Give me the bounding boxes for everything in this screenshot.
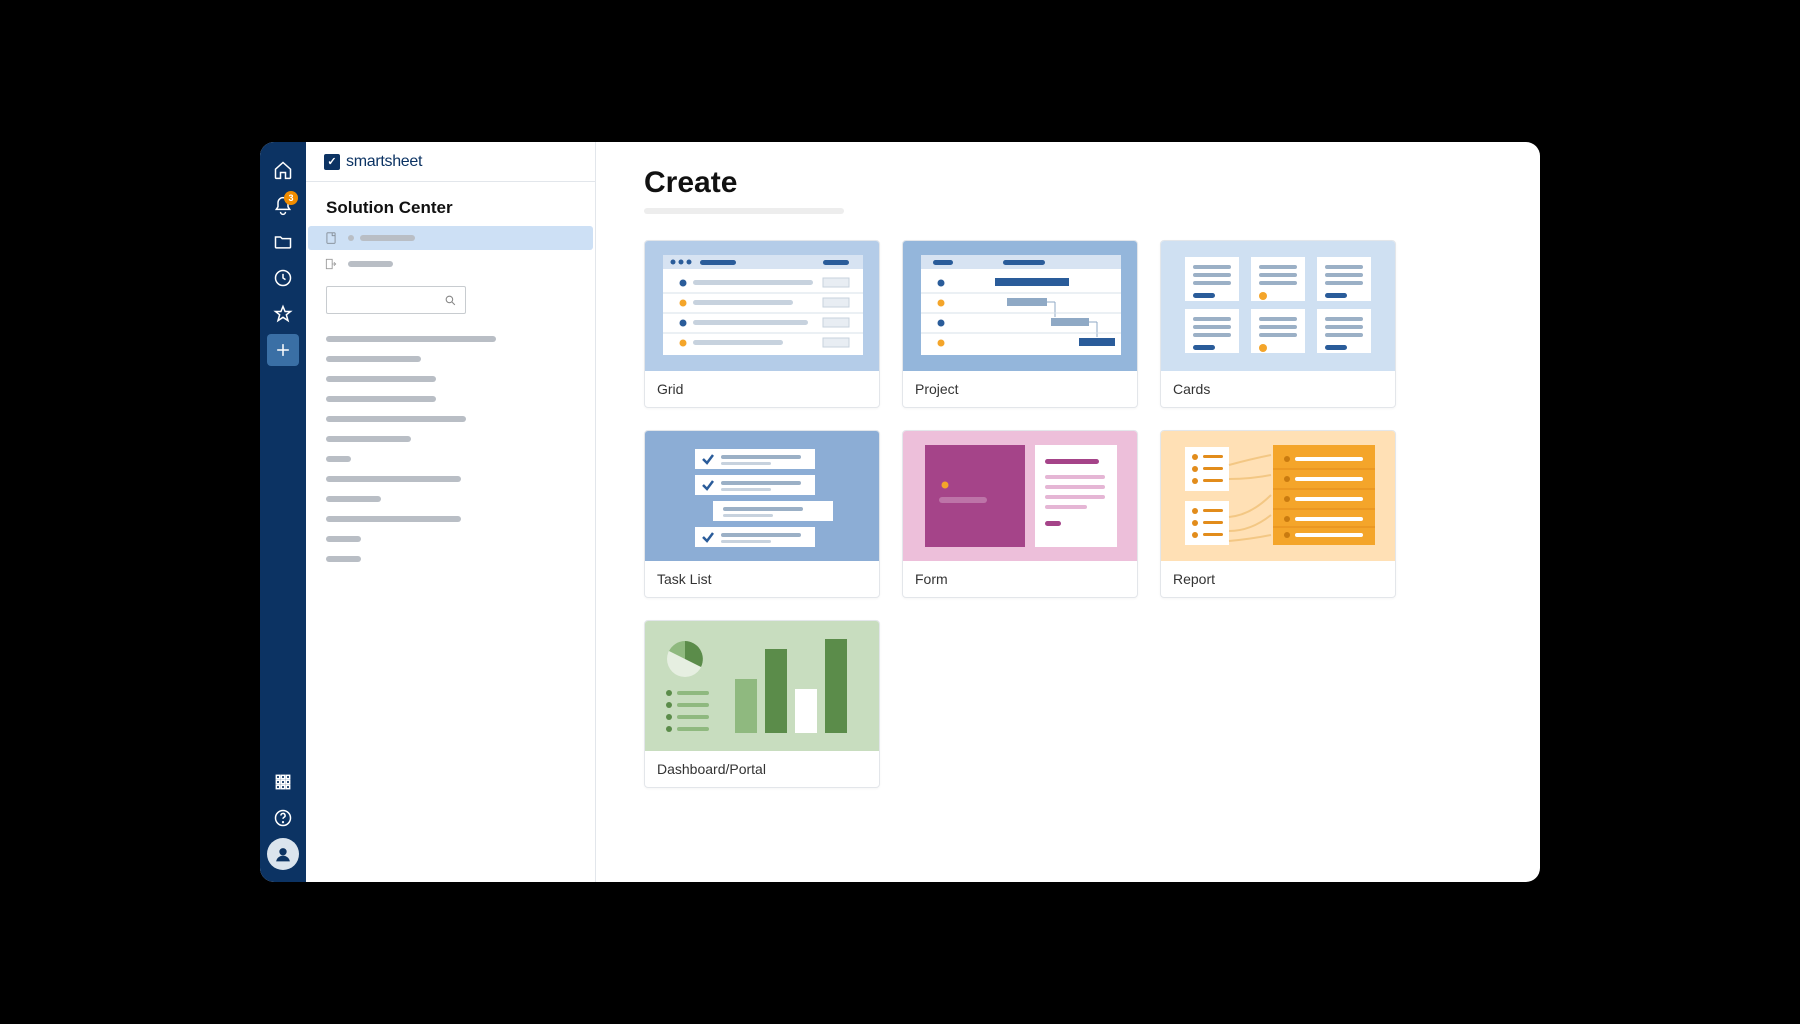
notifications-icon[interactable]: 3: [267, 190, 299, 222]
brand-name: smartsheet: [346, 153, 422, 171]
list-item[interactable]: [326, 356, 421, 362]
list-item[interactable]: [326, 496, 381, 502]
search-icon: [444, 294, 457, 307]
list-item[interactable]: [326, 436, 411, 442]
cards-preview-icon: [1161, 241, 1396, 371]
page-title: Create: [644, 166, 1492, 200]
recents-icon[interactable]: [267, 262, 299, 294]
main-content: Create: [596, 142, 1540, 882]
create-card-grid[interactable]: Grid: [644, 240, 880, 408]
sidebar-item-create[interactable]: [308, 226, 593, 250]
list-item[interactable]: [326, 516, 461, 522]
list-item[interactable]: [326, 376, 436, 382]
card-label: Report: [1161, 561, 1395, 597]
create-card-task-list[interactable]: Task List: [644, 430, 880, 598]
search-input[interactable]: [326, 286, 466, 314]
account-avatar[interactable]: [267, 838, 299, 870]
list-item[interactable]: [326, 336, 496, 342]
sidebar: smartsheet Solution Center: [306, 142, 596, 882]
favorites-icon[interactable]: [267, 298, 299, 330]
list-item[interactable]: [326, 416, 466, 422]
create-card-project[interactable]: Project: [902, 240, 1138, 408]
import-icon: [324, 257, 338, 271]
card-label: Grid: [645, 371, 879, 407]
create-card-report[interactable]: Report: [1160, 430, 1396, 598]
create-card-cards[interactable]: Cards: [1160, 240, 1396, 408]
create-cards-grid: Grid Project: [644, 240, 1492, 788]
create-button[interactable]: [267, 334, 299, 366]
sidebar-template-list: [326, 336, 575, 562]
create-card-dashboard[interactable]: Dashboard/Portal: [644, 620, 880, 788]
list-item[interactable]: [326, 456, 351, 462]
card-label: Dashboard/Portal: [645, 751, 879, 787]
create-card-form[interactable]: Form: [902, 430, 1138, 598]
sidebar-item-import[interactable]: [308, 252, 593, 276]
list-item[interactable]: [326, 396, 436, 402]
notification-badge: 3: [284, 191, 298, 205]
card-label: Project: [903, 371, 1137, 407]
help-icon[interactable]: [267, 802, 299, 834]
list-item[interactable]: [326, 536, 361, 542]
project-preview-icon: [903, 241, 1138, 371]
apps-icon[interactable]: [267, 766, 299, 798]
home-icon[interactable]: [267, 154, 299, 186]
grid-preview-icon: [645, 241, 880, 371]
list-item[interactable]: [326, 476, 461, 482]
title-underline: [644, 208, 844, 214]
dashboard-preview-icon: [645, 621, 880, 751]
list-item[interactable]: [326, 556, 361, 562]
task-list-preview-icon: [645, 431, 880, 561]
sheet-icon: [324, 231, 338, 245]
card-label: Form: [903, 561, 1137, 597]
card-label: Cards: [1161, 371, 1395, 407]
sidebar-title: Solution Center: [326, 198, 575, 218]
report-preview-icon: [1161, 431, 1396, 561]
folder-icon[interactable]: [267, 226, 299, 258]
app-frame: 3 smartsheet Solution Cente: [260, 142, 1540, 882]
left-rail: 3: [260, 142, 306, 882]
card-label: Task List: [645, 561, 879, 597]
form-preview-icon: [903, 431, 1138, 561]
brand: smartsheet: [306, 142, 595, 182]
brand-logo-icon: [324, 154, 340, 170]
